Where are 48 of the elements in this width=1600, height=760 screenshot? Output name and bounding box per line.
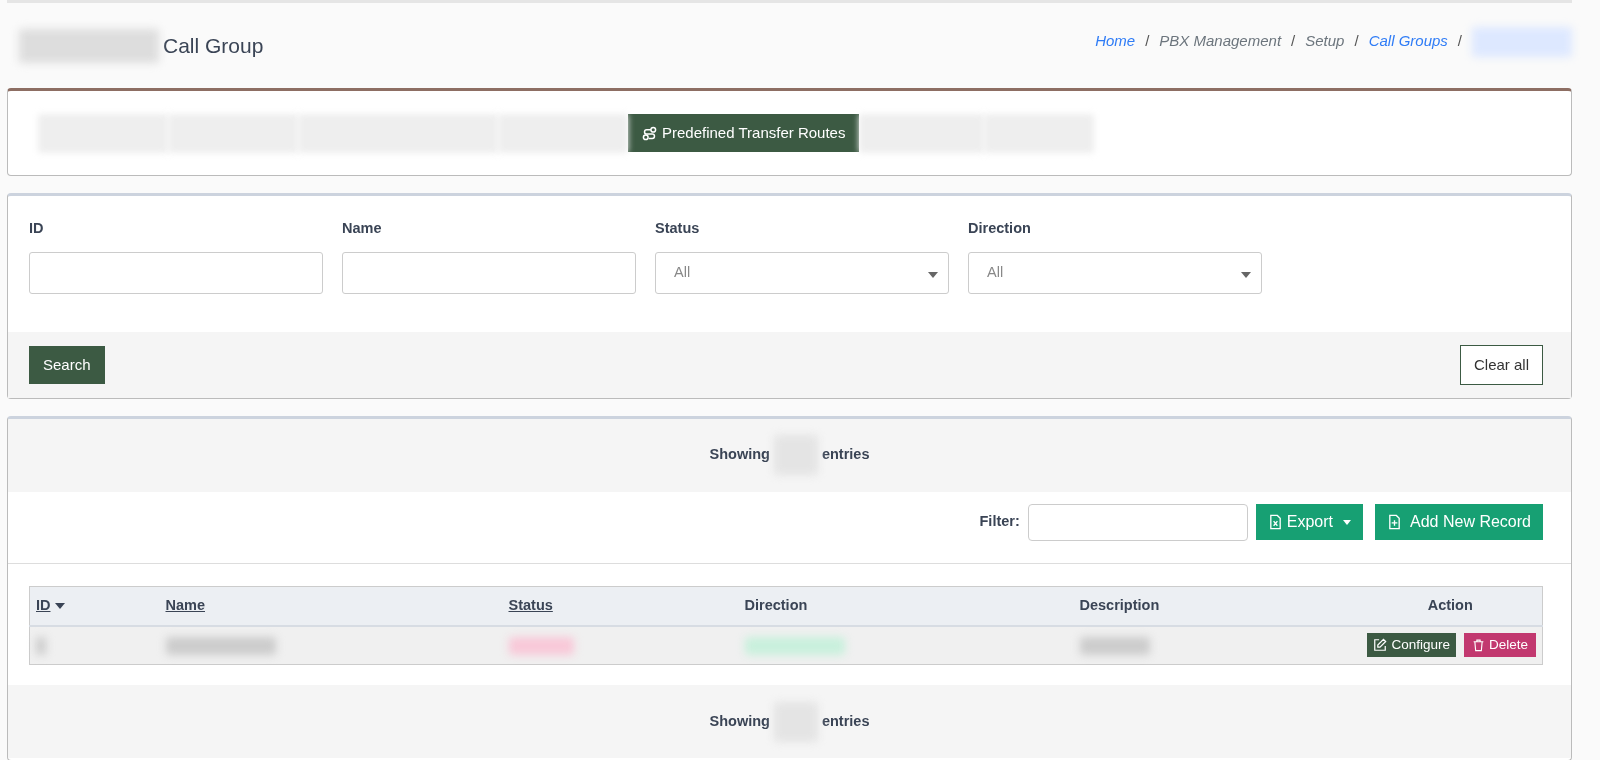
column-header[interactable]: Name (159, 586, 503, 626)
breadcrumb-link[interactable]: Home (1095, 30, 1136, 53)
entries-info-text: Showing (709, 712, 770, 731)
spreadsheet-file-icon (1267, 514, 1283, 531)
field-label: Status (655, 219, 701, 238)
select-field[interactable]: All (655, 251, 949, 294)
page-title: Call Group (163, 32, 264, 59)
search-button[interactable]: Search (29, 345, 105, 384)
filter-field[interactable] (1027, 503, 1248, 541)
clear-all-button[interactable]: Clear all (1459, 344, 1543, 385)
sort-caret-icon (54, 602, 65, 609)
edit-icon (1373, 637, 1388, 652)
breadcrumb-separator: / (1291, 31, 1296, 52)
caret-icon (1241, 271, 1251, 278)
breadcrumb-item: Setup (1305, 31, 1345, 52)
entries-info-text: entries (821, 445, 870, 465)
column-header: Action (1358, 586, 1543, 626)
filter-label: Filter: (979, 512, 1020, 532)
field-label: Direction (968, 219, 1032, 238)
column-header[interactable]: Status (502, 586, 739, 626)
input-field[interactable] (29, 251, 323, 294)
configure-button[interactable]: Configure (1367, 632, 1456, 657)
entries-info-text: Showing (709, 445, 770, 465)
field-label: Name (342, 219, 383, 238)
route-icon (642, 126, 657, 142)
column-header: Direction (738, 586, 1074, 626)
breadcrumb-separator: / (1145, 31, 1150, 52)
breadcrumb-separator: / (1457, 31, 1462, 52)
redacted-block[interactable] (1472, 26, 1572, 57)
breadcrumb-link[interactable]: Call Groups (1368, 30, 1448, 53)
caret-icon (928, 271, 938, 278)
entries-info-text: entries (821, 712, 870, 731)
caret-icon (1343, 519, 1352, 525)
column-header: Description (1073, 586, 1359, 626)
redacted-block (508, 636, 574, 655)
trash-icon (1471, 637, 1485, 652)
breadcrumb-item: PBX Management (1159, 31, 1282, 52)
select-field[interactable]: All (968, 251, 1262, 294)
breadcrumb-separator: / (1354, 31, 1359, 52)
field-label: ID (29, 219, 45, 238)
tab[interactable] (859, 113, 985, 153)
tab[interactable]: Predefined Transfer Routes (628, 113, 860, 153)
input-field[interactable] (342, 251, 636, 294)
redacted-block (1079, 636, 1150, 655)
column-header[interactable]: ID (29, 586, 160, 626)
tab[interactable] (498, 113, 628, 153)
delete-button[interactable]: Delete (1463, 632, 1536, 657)
file-plus-icon (1387, 514, 1403, 531)
